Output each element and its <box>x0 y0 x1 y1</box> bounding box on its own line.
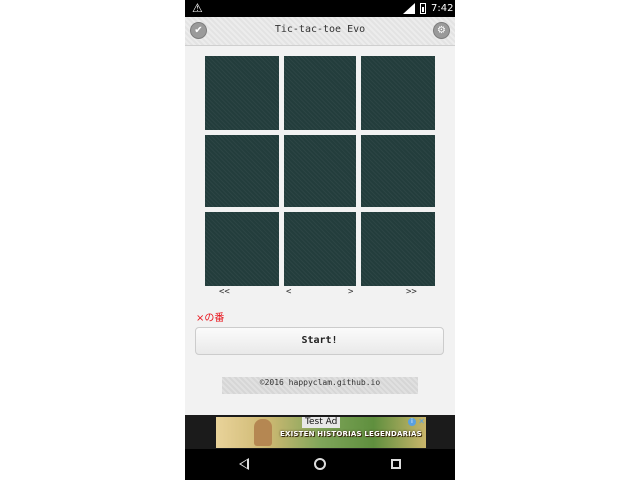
info-icon[interactable]: i <box>408 418 416 426</box>
signal-icon <box>403 3 415 14</box>
status-time: 7:42 <box>431 3 454 14</box>
game-board <box>205 56 435 286</box>
app-title: Tic-tac-toe Evo <box>274 24 366 35</box>
ad-banner[interactable]: Test Ad EXISTEN HISTORIAS LEGENDARIAS i … <box>216 417 426 448</box>
app-title-bar: ✔ Tic-tac-toe Evo ⚙ <box>185 17 455 46</box>
home-circle-icon[interactable] <box>314 458 326 470</box>
back-triangle-icon[interactable] <box>239 458 249 470</box>
ad-area: Test Ad EXISTEN HISTORIAS LEGENDARIAS i … <box>185 415 455 449</box>
board-cell[interactable] <box>205 56 279 130</box>
board-cell[interactable] <box>361 212 435 286</box>
warning-triangle-icon: ⚠ <box>192 1 203 15</box>
footer-credit: ©2016 happyclam.github.io <box>222 377 418 394</box>
next-move-button[interactable]: > <box>348 287 353 297</box>
board-cell[interactable] <box>284 212 356 286</box>
start-button[interactable]: Start! <box>195 327 444 355</box>
last-move-button[interactable]: >> <box>406 287 417 297</box>
turn-indicator: ×の番 <box>196 313 225 324</box>
board-cell[interactable] <box>284 56 356 130</box>
status-bar: ⚠ 7:42 <box>185 0 455 17</box>
battery-icon <box>420 3 426 14</box>
gear-icon[interactable]: ⚙ <box>433 22 450 39</box>
board-cell[interactable] <box>205 135 279 207</box>
recents-square-icon[interactable] <box>391 459 401 469</box>
move-navigation: << < > >> <box>185 286 455 300</box>
board-cell[interactable] <box>361 135 435 207</box>
board-cell[interactable] <box>205 212 279 286</box>
first-move-button[interactable]: << <box>219 287 230 297</box>
board-cell[interactable] <box>284 135 356 207</box>
system-nav-bar <box>185 449 455 480</box>
board-cell[interactable] <box>361 56 435 130</box>
ad-test-label: Test Ad <box>302 417 341 428</box>
close-icon[interactable]: ✕ <box>418 417 425 427</box>
ad-character-image <box>254 419 272 446</box>
prev-move-button[interactable]: < <box>286 287 291 297</box>
phone-screen: ⚠ 7:42 ✔ Tic-tac-toe Evo ⚙ << < > >> ×の番… <box>185 0 455 480</box>
ad-headline: EXISTEN HISTORIAS LEGENDARIAS <box>280 430 422 438</box>
